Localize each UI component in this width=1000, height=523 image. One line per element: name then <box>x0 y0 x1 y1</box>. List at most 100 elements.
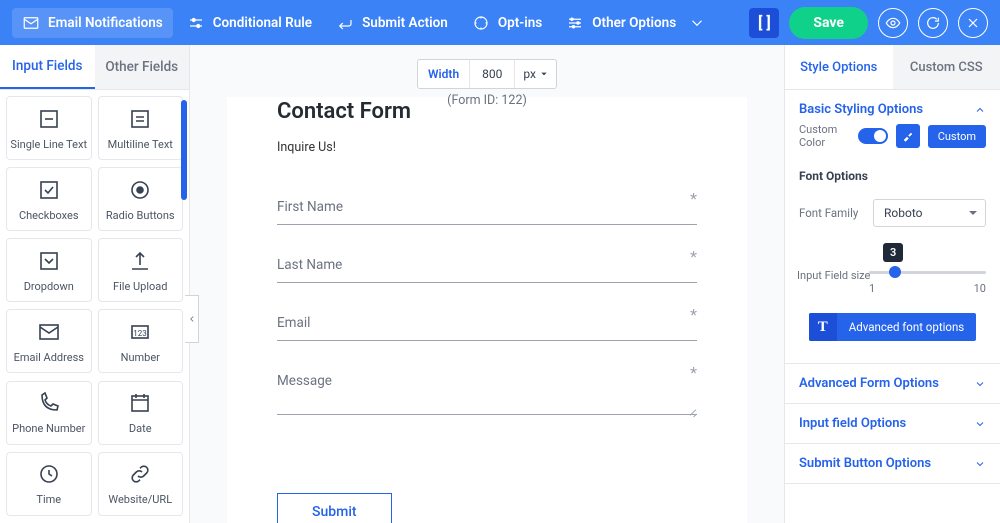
collapse-left-panel[interactable] <box>185 295 199 343</box>
section-header-submit-button[interactable]: Submit Button Options <box>785 444 1000 483</box>
section-header-advanced-form[interactable]: Advanced Form Options <box>785 364 1000 403</box>
tab-style-options[interactable]: Style Options <box>785 45 893 89</box>
toolbar-label: Email Notifications <box>48 15 163 31</box>
textarea-resize-handle-icon[interactable] <box>687 407 697 417</box>
width-unit-select[interactable]: px <box>514 60 556 88</box>
form-field-first-name[interactable]: First Name * <box>277 195 697 225</box>
width-control[interactable]: Width 800 px <box>417 59 557 89</box>
slider-thumb[interactable] <box>889 266 901 278</box>
field-date[interactable]: Date <box>98 381 184 445</box>
field-dropdown[interactable]: Dropdown <box>6 238 92 302</box>
toolbar-left-group: Email Notifications Conditional Rule Sub… <box>12 8 749 38</box>
sliders-icon <box>187 14 205 32</box>
upload-icon <box>127 248 153 274</box>
slider-value-tooltip: 3 <box>883 243 903 262</box>
preview-button[interactable] <box>878 8 908 38</box>
toolbar-email-notifications[interactable]: Email Notifications <box>12 8 173 38</box>
toolbar-submit-action[interactable]: Submit Action <box>326 8 458 38</box>
field-number[interactable]: 123Number <box>98 309 184 373</box>
form-id-label: (Form ID: 122) <box>447 93 527 108</box>
form-field-email[interactable]: Email * <box>277 311 697 341</box>
text-line-icon <box>36 106 62 132</box>
return-icon <box>336 14 354 32</box>
section-input-field-options: Input field Options <box>785 404 1000 444</box>
toolbar-label: Conditional Rule <box>213 15 312 31</box>
toolbar-other-options[interactable]: Other Options <box>556 8 716 38</box>
field-phone-number[interactable]: Phone Number <box>6 381 92 445</box>
toolbar-label: Other Options <box>592 15 676 31</box>
tab-custom-css[interactable]: Custom CSS <box>893 45 1000 89</box>
close-icon <box>965 15 981 31</box>
mail-icon <box>36 319 62 345</box>
chevron-down-icon <box>974 418 986 430</box>
mail-icon <box>22 14 40 32</box>
toolbar-conditional-rule[interactable]: Conditional Rule <box>177 8 322 38</box>
chevron-down-icon <box>974 378 986 390</box>
tab-other-fields[interactable]: Other Fields <box>95 45 190 89</box>
left-fields-panel: Input Fields Other Fields Single Line Te… <box>0 45 190 523</box>
left-scrollbar[interactable] <box>181 100 187 200</box>
text-multi-icon <box>127 106 153 132</box>
chevron-down-icon <box>974 458 986 470</box>
eyedropper-icon <box>902 130 914 142</box>
slider-max: 10 <box>974 282 986 295</box>
required-asterisk-icon: * <box>690 247 697 266</box>
slider-min: 1 <box>869 282 875 295</box>
top-toolbar: Email Notifications Conditional Rule Sub… <box>0 0 1000 45</box>
custom-color-row: Custom Color Custom <box>799 123 986 149</box>
required-asterisk-icon: * <box>690 363 697 382</box>
link-icon <box>127 461 153 487</box>
save-button[interactable]: Save <box>789 7 868 39</box>
dropdown-icon <box>36 248 62 274</box>
form-preview: Contact Form Inquire Us! First Name * La… <box>227 97 747 523</box>
close-button[interactable] <box>958 8 988 38</box>
required-asterisk-icon: * <box>690 305 697 324</box>
color-picker-button[interactable] <box>896 124 920 148</box>
field-website-url[interactable]: Website/URL <box>98 452 184 516</box>
right-style-panel: Style Options Custom CSS Basic Styling O… <box>784 45 1000 523</box>
form-subtitle[interactable]: Inquire Us! <box>277 140 697 155</box>
settings-icon <box>566 14 584 32</box>
field-multiline-text[interactable]: Multiline Text <box>98 96 184 160</box>
field-email-address[interactable]: Email Address <box>6 309 92 373</box>
required-asterisk-icon: * <box>690 189 697 208</box>
field-single-line-text[interactable]: Single Line Text <box>6 96 92 160</box>
text-t-icon: T <box>809 313 837 341</box>
section-header-input-field[interactable]: Input field Options <box>785 404 1000 443</box>
field-file-upload[interactable]: File Upload <box>98 238 184 302</box>
input-size-slider[interactable]: 3 <box>869 271 986 274</box>
font-family-row: Font Family Roboto <box>799 199 986 227</box>
section-submit-button-options: Submit Button Options <box>785 444 1000 484</box>
input-size-label: Input Field size <box>797 269 870 282</box>
font-options-title: Font Options <box>799 169 986 183</box>
custom-color-button[interactable]: Custom <box>928 125 986 148</box>
custom-color-label: Custom Color <box>799 123 850 149</box>
optin-icon <box>472 14 490 32</box>
form-submit-button[interactable]: Submit <box>277 493 392 523</box>
eye-icon <box>885 15 901 31</box>
chevron-left-icon <box>187 314 197 324</box>
custom-color-toggle[interactable] <box>858 128 888 144</box>
caret-down-icon <box>540 70 548 78</box>
form-canvas: Width 800 px (Form ID: 122) Contact Form… <box>190 45 784 523</box>
section-advanced-form-options: Advanced Form Options <box>785 364 1000 404</box>
section-basic-styling: Basic Styling Options Custom Color Custo… <box>785 90 1000 364</box>
advanced-font-options-button[interactable]: T Advanced font options <box>809 313 976 341</box>
phone-icon <box>36 390 62 416</box>
checkbox-icon <box>36 177 62 203</box>
width-value[interactable]: 800 <box>470 60 514 88</box>
tab-input-fields[interactable]: Input Fields <box>0 45 95 89</box>
toolbar-label: Submit Action <box>362 15 448 31</box>
form-field-last-name[interactable]: Last Name * <box>277 253 697 283</box>
number-icon: 123 <box>127 319 153 345</box>
field-time[interactable]: Time <box>6 452 92 516</box>
refresh-button[interactable] <box>918 8 948 38</box>
form-field-message[interactable]: Message * <box>277 369 697 415</box>
font-family-label: Font Family <box>799 206 863 220</box>
code-brackets-button[interactable]: [ ] <box>749 8 779 38</box>
chevron-down-icon <box>688 14 706 32</box>
font-family-select[interactable]: Roboto <box>873 199 986 227</box>
field-radio-buttons[interactable]: Radio Buttons <box>98 167 184 231</box>
toolbar-opt-ins[interactable]: Opt-ins <box>462 8 552 38</box>
field-checkboxes[interactable]: Checkboxes <box>6 167 92 231</box>
